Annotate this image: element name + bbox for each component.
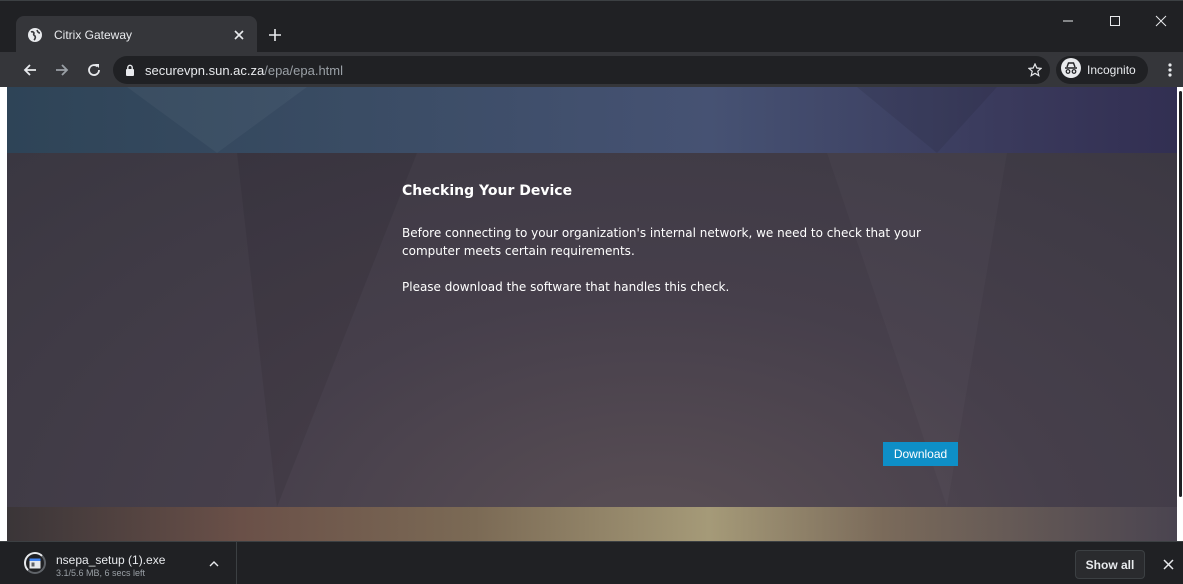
- minimize-icon[interactable]: [1045, 9, 1091, 33]
- browser-toolbar: securevpn.sun.ac.za/epa/epa.html Incogni…: [0, 52, 1183, 87]
- download-progress-ring: [24, 552, 46, 574]
- globe-icon: [26, 26, 44, 44]
- incognito-indicator[interactable]: Incognito: [1056, 56, 1148, 84]
- close-icon[interactable]: [231, 27, 247, 43]
- download-instructions: Please download the software that handle…: [402, 280, 730, 294]
- incognito-label: Incognito: [1087, 63, 1136, 77]
- download-button[interactable]: Download: [883, 442, 958, 466]
- close-shelf-icon[interactable]: [1160, 556, 1176, 572]
- download-item[interactable]: nsepa_setup (1).exe 3.1/5.6 MB, 6 secs l…: [0, 542, 237, 584]
- requirements-text: Before connecting to your organization's…: [402, 226, 921, 258]
- tab-title: Citrix Gateway: [54, 27, 133, 42]
- epa-message: Checking Your Device Before connecting t…: [402, 183, 962, 296]
- exe-file-icon: [29, 558, 41, 568]
- download-filename: nsepa_setup (1).exe: [56, 553, 166, 567]
- background-shape: [237, 153, 417, 507]
- background-shape: [857, 87, 997, 153]
- scrollbar-thumb[interactable]: [1179, 91, 1182, 497]
- star-icon[interactable]: [1026, 61, 1044, 79]
- page-title: Checking Your Device: [402, 183, 573, 199]
- chevron-up-icon[interactable]: [206, 556, 222, 572]
- download-status: 3.1/5.6 MB, 6 secs left: [56, 568, 146, 578]
- reload-icon[interactable]: [82, 58, 106, 82]
- maximize-icon[interactable]: [1092, 9, 1138, 33]
- kebab-menu-icon[interactable]: [1160, 58, 1180, 82]
- address-bar[interactable]: securevpn.sun.ac.za/epa/epa.html: [113, 56, 1050, 84]
- page-viewport: Checking Your Device Before connecting t…: [7, 87, 1177, 541]
- new-tab-button[interactable]: [266, 26, 284, 44]
- incognito-icon: [1061, 58, 1081, 82]
- url-host: securevpn.sun.ac.za: [145, 62, 265, 78]
- footer-band: [7, 507, 1177, 541]
- url-text: securevpn.sun.ac.za/epa/epa.html: [145, 63, 343, 78]
- lock-icon[interactable]: [125, 61, 135, 80]
- url-path: /epa/epa.html: [264, 62, 344, 78]
- page-border-left: [0, 87, 7, 541]
- background-shape: [127, 87, 307, 153]
- back-arrow-icon[interactable]: [18, 58, 42, 82]
- window-close-icon[interactable]: [1138, 9, 1183, 33]
- forward-arrow-icon[interactable]: [50, 58, 74, 82]
- download-shelf: nsepa_setup (1).exe 3.1/5.6 MB, 6 secs l…: [0, 541, 1183, 584]
- title-bar: Citrix Gateway: [0, 0, 1183, 53]
- show-all-button[interactable]: Show all: [1075, 550, 1145, 579]
- tab-citrix-gateway[interactable]: Citrix Gateway: [16, 16, 257, 53]
